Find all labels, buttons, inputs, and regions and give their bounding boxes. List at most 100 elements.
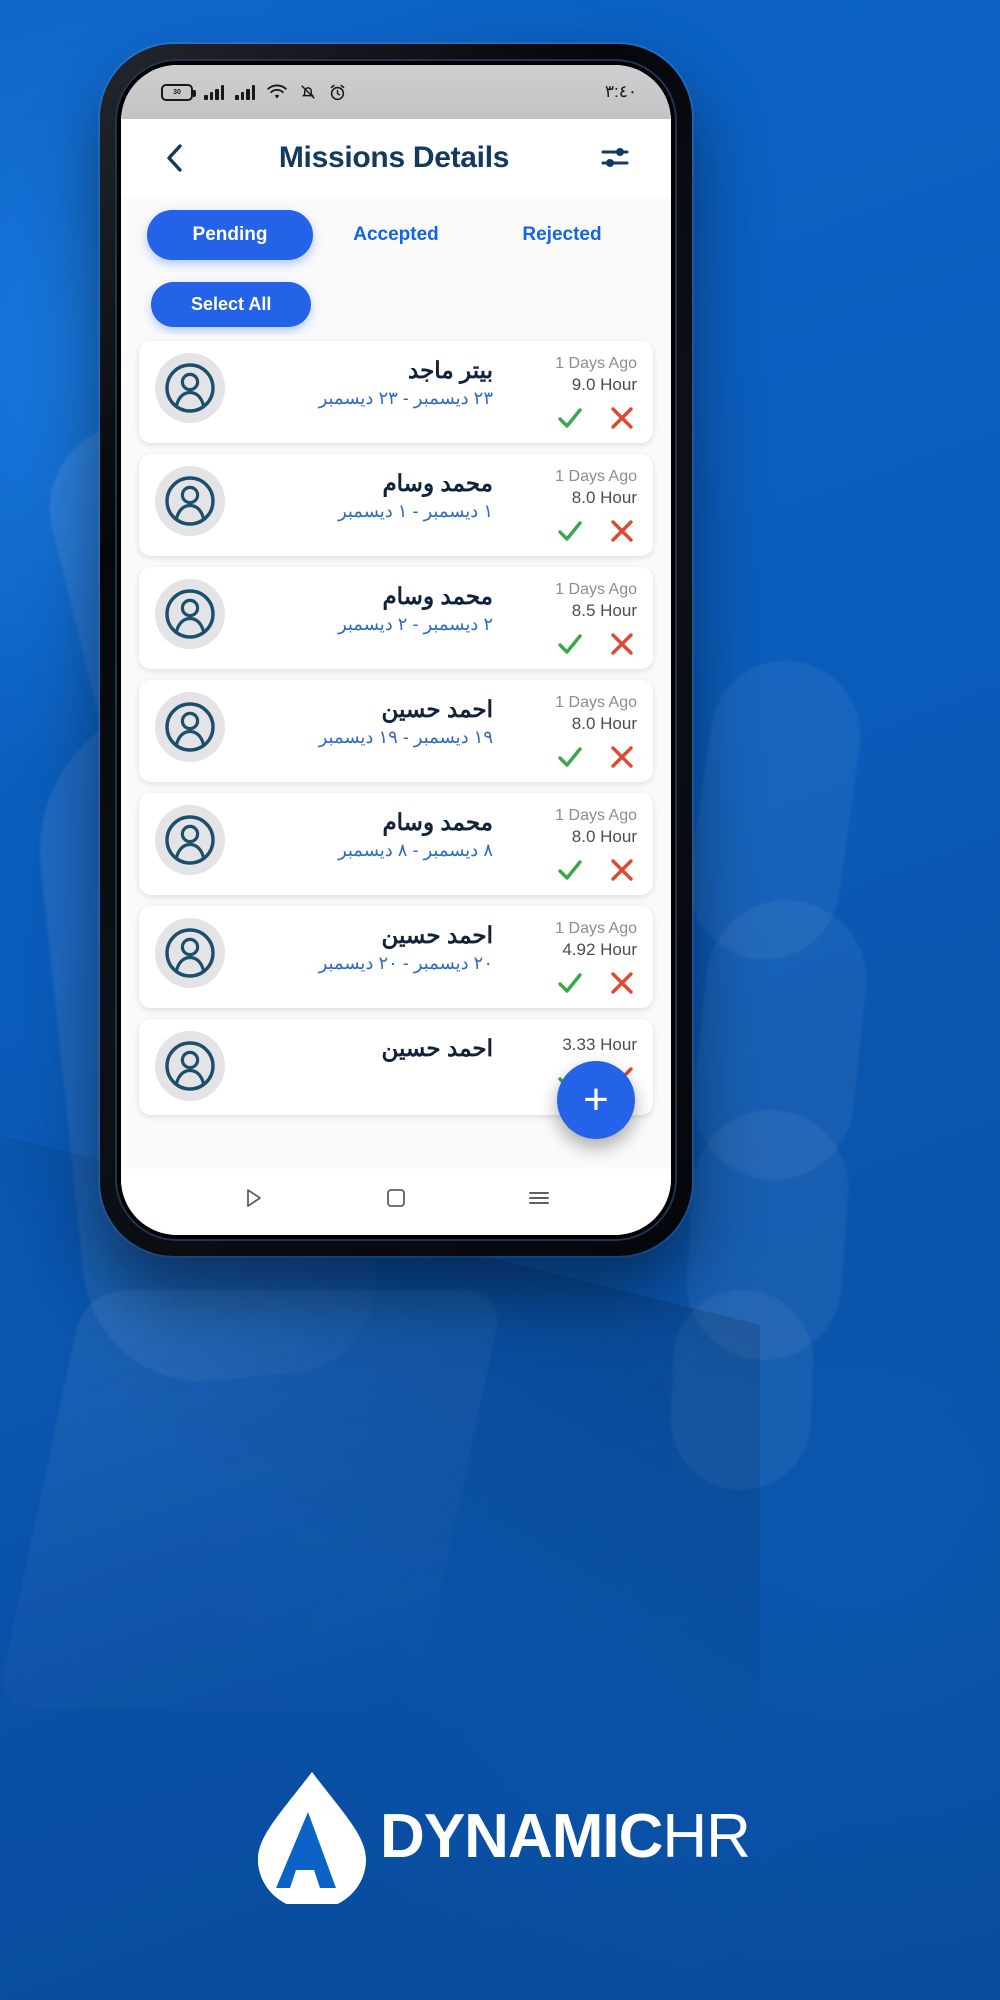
brand-wordmark: DYNAMIC HR [380,1801,751,1872]
avatar [155,1031,225,1101]
reject-button[interactable] [607,403,637,433]
mission-meta: 1 Days Ago 8.0 Hour [507,805,637,885]
status-bar-clock: ٣:٤٠ [604,82,637,101]
mission-meta: 1 Days Ago 9.0 Hour [507,353,637,433]
user-avatar-icon [165,1041,215,1091]
nav-home-button[interactable] [366,1175,426,1221]
user-avatar-icon [165,928,215,978]
mission-age: 1 Days Ago [555,355,637,372]
avatar [155,692,225,762]
x-icon [611,972,633,994]
mission-actions [555,968,637,998]
dynamic-hr-droplet-logo [258,1772,367,1904]
tab-rejected[interactable]: Rejected [479,210,645,260]
mission-hours: 3.33 Hour [562,1035,637,1054]
mission-meta: 1 Days Ago 8.0 Hour [507,692,637,772]
mission-card[interactable]: محمد وسام ٨ ديسمبر - ٨ ديسمبر 1 Days Ago 8.… [139,793,653,895]
approve-button[interactable] [555,968,585,998]
mission-info: احمد حسين ٢٠ ديسمبر - ٢٠ ديسمبر [239,918,493,974]
brand-logo: DYNAMIC HR [0,1768,1000,1904]
reject-button[interactable] [607,968,637,998]
check-icon [558,973,582,993]
alarm-icon [328,83,347,102]
approve-button[interactable] [555,855,585,885]
mission-card[interactable]: احمد حسين ١٩ ديسمبر - ١٩ ديسمبر 1 Days Ago… [139,680,653,782]
filter-button[interactable] [593,138,637,178]
approve-button[interactable] [555,629,585,659]
mission-date-range: ١٩ ديسمبر - ١٩ ديسمبر [318,727,493,747]
mission-date-range: ٢٠ ديسمبر - ٢٠ ديسمبر [318,953,493,973]
avatar [155,918,225,988]
user-avatar-icon [165,589,215,639]
nav-recents-button[interactable] [509,1175,569,1221]
battery-icon: 30 [161,83,196,101]
check-icon [558,408,582,428]
mission-info: محمد وسام ١ ديسمبر - ١ ديسمبر [239,466,493,522]
brand-name-thin: HR [662,1801,751,1871]
mission-actions [555,403,637,433]
mission-actions [555,629,637,659]
chevron-left-icon [167,144,182,172]
page-title: Missions Details [278,141,510,174]
user-avatar-icon [165,702,215,752]
mission-card[interactable]: محمد وسام ١ ديسمبر - ١ ديسمبر 1 Days Ago 8.… [139,454,653,556]
mission-info: احمد حسين ١٩ ديسمبر - ١٩ ديسمبر [239,692,493,748]
phone-bezel: 30 ٣:٤٠ Missions Details Pending Accepte… [115,59,677,1241]
x-icon [611,520,633,542]
mission-age: 1 Days Ago [555,920,637,937]
reject-button[interactable] [607,855,637,885]
employee-name: محمد وسام [382,583,493,609]
mission-hours: 8.0 Hour [571,488,637,507]
approve-button[interactable] [555,742,585,772]
employee-name: احمد حسين [381,696,493,722]
phone-mockup: 30 ٣:٤٠ Missions Details Pending Accepte… [100,44,692,1256]
mission-age: 1 Days Ago [555,468,637,485]
mission-meta: 1 Days Ago 8.0 Hour [507,466,637,546]
tab-pending[interactable]: Pending [147,210,313,260]
mission-age: 1 Days Ago [555,581,637,598]
triangle-back-icon [246,1189,261,1207]
mission-hours: 8.0 Hour [571,714,637,733]
mission-card[interactable]: محمد وسام ٢ ديسمبر - ٢ ديسمبر 1 Days Ago 8.… [139,567,653,669]
signal-bars-icon-sim2 [235,84,255,100]
employee-name: احمد حسين [381,922,493,948]
select-all-button[interactable]: Select All [151,281,312,327]
reject-button[interactable] [607,629,637,659]
mission-meta: 1 Days Ago 4.92 Hour [507,918,637,998]
missions-list[interactable]: بيتر ماجد ٢٣ ديسمبر - ٢٣ ديسمبر 1 Days Ago… [121,335,671,1169]
approve-button[interactable] [555,403,585,433]
avatar [155,353,225,423]
mission-date-range: ٢ ديسمبر - ٢ ديسمبر [337,614,493,634]
brand-name-bold: DYNAMIC [380,1801,663,1871]
status-bar: 30 ٣:٤٠ [121,65,671,119]
mission-card[interactable]: احمد حسين ٢٠ ديسمبر - ٢٠ ديسمبر 1 Days Ago… [139,906,653,1008]
add-mission-fab[interactable]: + [557,1061,635,1139]
square-home-icon [387,1189,405,1207]
avatar [155,805,225,875]
mission-actions [555,742,637,772]
filter-sliders-icon [601,148,629,167]
menu-lines-icon [529,1192,550,1204]
reject-button[interactable] [607,742,637,772]
check-icon [558,634,582,654]
mission-age: 1 Days Ago [555,807,637,824]
status-tabs: Pending Accepted Rejected [121,197,671,273]
x-icon [611,746,633,768]
mission-info: احمد حسين [239,1031,493,1066]
back-button[interactable] [155,138,195,178]
check-icon [558,747,582,767]
approve-button[interactable] [555,516,585,546]
mission-hours: 8.5 Hour [571,601,637,620]
check-icon [558,521,582,541]
nav-back-button[interactable] [223,1175,283,1221]
mission-info: محمد وسام ٢ ديسمبر - ٢ ديسمبر [239,579,493,635]
x-icon [611,407,633,429]
mission-card[interactable]: بيتر ماجد ٢٣ ديسمبر - ٢٣ ديسمبر 1 Days Ago… [139,341,653,443]
user-avatar-icon [165,476,215,526]
wifi-icon [266,84,288,101]
employee-name: بيتر ماجد [408,357,493,383]
reject-button[interactable] [607,516,637,546]
mission-hours: 9.0 Hour [571,375,637,394]
check-icon [558,860,582,880]
tab-accepted[interactable]: Accepted [313,210,479,260]
